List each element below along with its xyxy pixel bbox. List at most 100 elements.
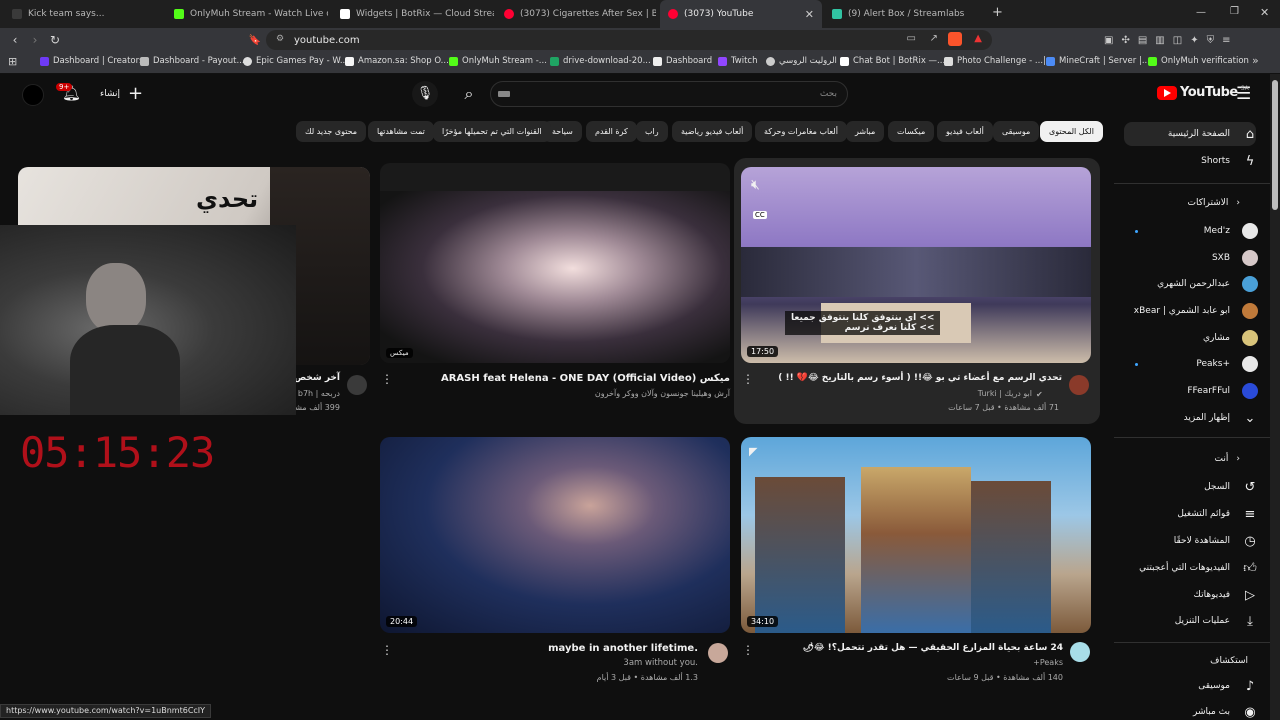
chip-rap[interactable]: راب	[636, 121, 668, 142]
tab-streamlabs-alert[interactable]: (9) Alert Box / Streamlabs	[824, 0, 984, 28]
sidebar-item-playlists[interactable]: قوائم التشغيل ≡	[1177, 506, 1258, 522]
bookmark-item[interactable]: الروليت الروسي	[766, 56, 837, 66]
bookmark-item[interactable]: Chat Bot | BotRix —...	[840, 56, 945, 66]
sidebar-item-history[interactable]: السجل ↺	[1204, 479, 1258, 495]
keyboard-icon[interactable]	[498, 91, 510, 97]
sidebar-item-downloads[interactable]: عمليات التنزيل ⤓	[1175, 613, 1258, 629]
sidebar-subscription[interactable]: xBear | ابو عابد الشمري	[1134, 303, 1258, 319]
chip-action-adventure[interactable]: ألعاب مغامرات وحركة	[755, 121, 847, 142]
sidebar-item-liked-videos[interactable]: الفيديوهات التي أعجبتني 👍︎	[1139, 560, 1258, 576]
chip-music[interactable]: موسيقى	[993, 121, 1040, 142]
avatar[interactable]	[22, 84, 44, 106]
chip-all[interactable]: الكل المحتوى	[1040, 121, 1103, 142]
subscriptions-header[interactable]: الاشتراكات ›	[1188, 198, 1240, 208]
extensions-icon[interactable]: ✣	[1121, 35, 1129, 46]
sidebar-subscription[interactable]: Peaks+	[1196, 356, 1258, 372]
bookmark-item[interactable]: MineCraft | Server |...	[1046, 56, 1150, 66]
create-button[interactable]: إنشاء +	[100, 85, 143, 103]
screenshot-icon[interactable]: ▣	[1104, 35, 1113, 46]
sidebar-subscription[interactable]: مشاري	[1203, 330, 1258, 346]
sidebar-show-more[interactable]: إظهار المزيد ⌄	[1184, 410, 1258, 426]
sidebar-subscription[interactable]: Med'z	[1204, 223, 1258, 239]
bookmark-item[interactable]: Amazon.sa: Shop O...	[345, 56, 449, 66]
bookmark-item[interactable]: OnlyMuh Stream -...	[449, 56, 547, 66]
channel-avatar[interactable]	[347, 375, 367, 395]
reload-icon[interactable]: ↻	[46, 31, 64, 49]
brave-rewards-icon[interactable]: ▲	[974, 33, 982, 44]
address-bar[interactable]: ⚙ youtube.com ▭ ↗ ▲	[266, 30, 992, 50]
sidebar-subscription[interactable]: عبدالرحمن الشهري	[1157, 276, 1258, 292]
tab-cigarettes-after-sex[interactable]: (3073) Cigarettes After Sex | Best Pla	[496, 0, 656, 28]
brave-shield-icon[interactable]	[948, 32, 962, 46]
video-thumbnail[interactable]: 20:44	[380, 437, 730, 633]
bookmark-item[interactable]: Dashboard - Payout...	[140, 56, 245, 66]
video-title[interactable]: ميكس ARASH feat Helena - ONE DAY (Offici…	[441, 373, 730, 384]
vpn-icon[interactable]: ⛨	[1207, 35, 1215, 46]
close-window-icon[interactable]: ✕	[1260, 6, 1269, 19]
leo-icon[interactable]: ✦	[1190, 35, 1198, 46]
new-tab-icon[interactable]: +	[992, 5, 1003, 20]
sidebar-subscription[interactable]: SXB	[1212, 250, 1258, 266]
menu-icon[interactable]: ≡	[1222, 35, 1230, 46]
forward-icon[interactable]: ›	[26, 31, 44, 49]
bookmark-item[interactable]: OnlyMuh verification	[1148, 56, 1249, 66]
bookmark-item[interactable]: Dashboard	[653, 56, 712, 66]
sidebar-toggle-icon[interactable]: ▥	[1155, 35, 1164, 46]
sidebar-item-shorts[interactable]: Shorts ϟ	[1201, 153, 1258, 169]
channel-avatar[interactable]	[1070, 642, 1090, 662]
scrollbar-thumb[interactable]	[1272, 80, 1278, 210]
chip-mixes[interactable]: ميكسات	[888, 121, 935, 142]
cast-icon[interactable]: ▭	[907, 33, 916, 44]
chip-football[interactable]: كرة القدم	[586, 121, 637, 142]
chip-sports-games[interactable]: ألعاب فيديو رياضية	[672, 121, 753, 142]
sidebar-subscription[interactable]: FFearFFul	[1187, 383, 1258, 399]
tab-youtube-active[interactable]: (3073) YouTube ✕	[660, 0, 822, 28]
tab-onlymuh-stream[interactable]: OnlyMuh Stream - Watch Live on Kic	[166, 0, 328, 28]
tab-kick-team[interactable]: Kick team says...	[4, 0, 164, 28]
search-input[interactable]: بحث	[490, 81, 848, 107]
reader-icon[interactable]: ▤	[1138, 35, 1147, 46]
chip-watched[interactable]: تمت مشاهدتها	[368, 121, 434, 142]
you-header[interactable]: أنت ›	[1215, 454, 1240, 464]
youtube-logo[interactable]: YouTube SA	[1157, 85, 1249, 100]
video-thumbnail[interactable]: ◤ 34:10	[741, 437, 1091, 633]
bookmark-icon[interactable]: 🔖	[246, 31, 264, 49]
bookmark-item[interactable]: Twitch	[718, 56, 758, 66]
sidebar-item-music[interactable]: موسيقى ♪	[1198, 678, 1258, 694]
more-options-icon[interactable]: ⋮	[742, 372, 754, 386]
tab-botrix-widgets[interactable]: Widgets | BotRix — Cloud Streaming	[332, 0, 494, 28]
channel-avatar[interactable]	[1069, 375, 1089, 395]
bookmark-item[interactable]: Dashboard | Creators	[40, 56, 144, 66]
sidebar-item-your-videos[interactable]: فيديوهاتك ▷	[1194, 587, 1258, 603]
video-channel[interactable]: ابو دريك | Turki	[860, 389, 1032, 398]
apps-grid-icon[interactable]: ⊞	[8, 55, 17, 68]
sidebar-item-live[interactable]: بث مباشر ◉	[1193, 704, 1258, 720]
site-info-icon[interactable]: ⚙	[276, 34, 284, 44]
share-icon[interactable]: ↗	[930, 33, 938, 44]
video-title[interactable]: 24 ساعة بحياة المزارع الحقيقي — هل تقدر …	[780, 643, 1063, 653]
wallet-icon[interactable]: ◫	[1173, 35, 1182, 46]
microphone-icon[interactable]: 🎙︎	[412, 81, 438, 107]
video-thumbnail[interactable]: ميكس	[380, 163, 730, 363]
bookmarks-overflow-icon[interactable]: »	[1252, 54, 1259, 67]
more-options-icon[interactable]: ⋮	[381, 372, 393, 386]
video-thumbnail[interactable]: 🔇︎ CC >> اي بنتوفق كلنا بنتوفق جميعا >> …	[741, 167, 1091, 363]
restore-icon[interactable]: ❐	[1230, 6, 1239, 17]
video-title[interactable]: maybe in another lifetime.	[498, 643, 698, 654]
back-icon[interactable]: ‹	[6, 31, 24, 49]
chip-video-games[interactable]: ألعاب فيديو	[937, 121, 993, 142]
video-channel[interactable]: Peaks+	[900, 658, 1063, 667]
bookmark-item[interactable]: Photo Challenge - ...|	[944, 56, 1046, 66]
more-options-icon[interactable]: ⋮	[742, 643, 754, 657]
closed-captions-icon[interactable]: CC	[753, 211, 767, 219]
chip-recently-uploaded[interactable]: القنوات التي تم تحميلها مؤخرًا	[433, 121, 551, 142]
search-icon[interactable]: ⌕	[455, 80, 483, 108]
video-title[interactable]: تحدي الرسم مع أعضاء تي بو 😂!! ( أسوء رسم…	[770, 373, 1062, 383]
channel-avatar[interactable]	[708, 643, 728, 663]
chip-new-to-you[interactable]: محتوى جديد لك	[296, 121, 367, 142]
video-channel[interactable]: 3am without you.	[498, 658, 698, 668]
minimize-icon[interactable]: —	[1196, 7, 1206, 18]
chip-live[interactable]: مباشر	[846, 121, 885, 142]
mute-icon[interactable]: 🔇︎	[751, 177, 760, 193]
bookmark-item[interactable]: Epic Games Pay - W...	[243, 56, 348, 66]
